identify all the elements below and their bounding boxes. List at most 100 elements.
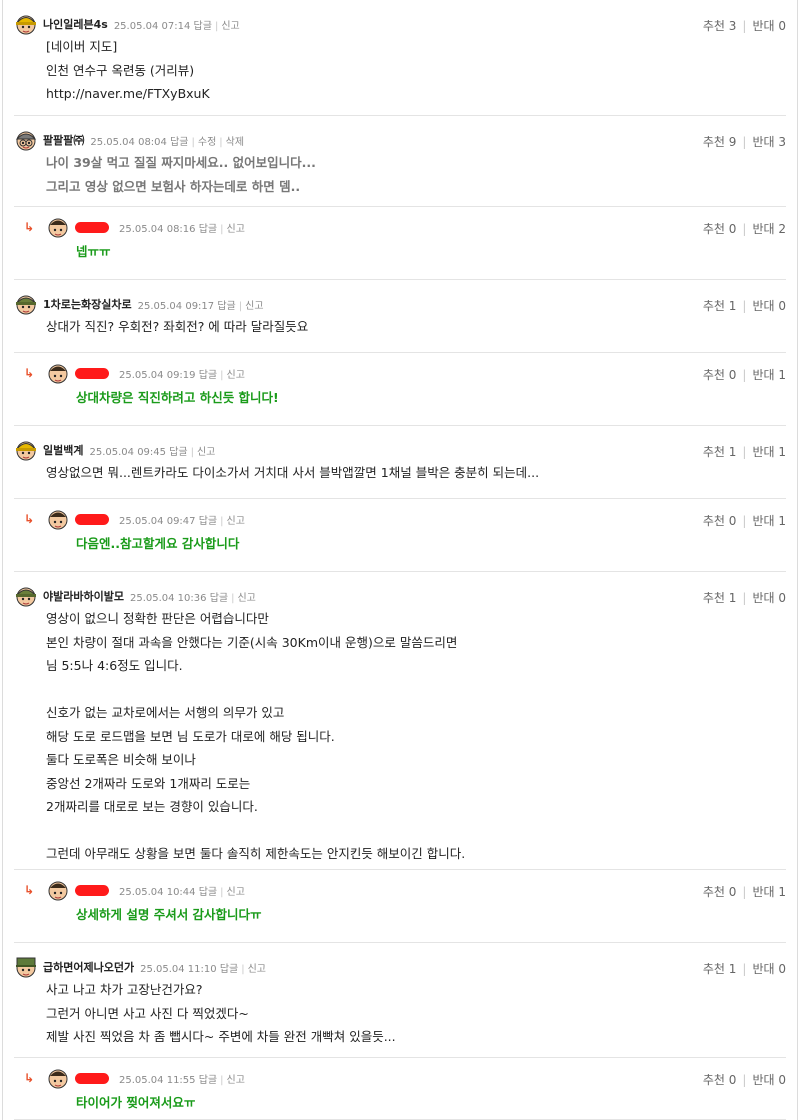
downvote-button[interactable]: 반대 1 bbox=[752, 445, 786, 459]
author-nickname[interactable]: 급하면어제나오던가 bbox=[43, 959, 134, 975]
reply-arrow-icon: ↳ bbox=[24, 220, 35, 234]
timestamp: 25.05.04 08:04 bbox=[90, 136, 167, 148]
report-link[interactable]: 신고 bbox=[227, 370, 245, 381]
divider: | bbox=[742, 19, 747, 33]
upvote-button[interactable]: 추천 0 bbox=[703, 1073, 737, 1087]
avatar-icon[interactable] bbox=[14, 292, 38, 316]
report-link[interactable]: 신고 bbox=[245, 301, 263, 312]
comment-body: 넵ㅠㅠ bbox=[76, 240, 111, 264]
vote-box: 추천 0 | 반대 2 bbox=[703, 220, 786, 237]
upvote-button[interactable]: 추천 1 bbox=[703, 445, 737, 459]
reply-link[interactable]: 답글 bbox=[210, 593, 228, 604]
upvote-button[interactable]: 추천 9 bbox=[703, 135, 737, 149]
downvote-button[interactable]: 반대 0 bbox=[752, 962, 786, 976]
report-link[interactable]: 신고 bbox=[237, 593, 255, 604]
reply-link[interactable]: 답글 bbox=[199, 516, 217, 527]
author-nickname[interactable]: 일벌백계 bbox=[43, 442, 83, 458]
comment-line: 그런거 아니면 사고 사진 다 찍었겠다~ bbox=[46, 1005, 249, 1021]
reply-link[interactable]: 답글 bbox=[170, 137, 188, 148]
divider: | bbox=[241, 963, 245, 975]
reply-comment: ↳ 25.05.04 08:16 답글 | 신고 추천 0 | 반대 2 넵ㅠㅠ bbox=[14, 207, 786, 280]
frame-border-left bbox=[2, 0, 3, 1120]
upvote-button[interactable]: 추천 0 bbox=[703, 885, 737, 899]
divider: | bbox=[742, 591, 747, 605]
divider: | bbox=[742, 135, 747, 149]
comment-header: 1차로는화장실차로 25.05.04 09:17 답글 | 신고 bbox=[14, 292, 264, 316]
comment-body: 나이 39살 먹고 질질 짜지마세요.. 없어보입니다... 그리고 영상 없으면… bbox=[46, 151, 316, 198]
downvote-button[interactable]: 반대 2 bbox=[752, 222, 786, 236]
upvote-button[interactable]: 추천 0 bbox=[703, 368, 737, 382]
reply-link[interactable]: 답글 bbox=[199, 1075, 217, 1086]
downvote-button[interactable]: 반대 0 bbox=[752, 591, 786, 605]
report-link[interactable]: 신고 bbox=[227, 887, 245, 898]
comment-line[interactable]: http://naver.me/FTXyBxuK bbox=[46, 82, 210, 106]
downvote-button[interactable]: 반대 3 bbox=[752, 135, 786, 149]
downvote-button[interactable]: 반대 0 bbox=[752, 1073, 786, 1087]
comment-line: 나이 39살 먹고 질질 짜지마세요.. 없어보입니다... bbox=[46, 155, 316, 170]
comment-line: 둘다 도로폭은 비슷해 보이나 bbox=[46, 752, 196, 767]
upvote-button[interactable]: 추천 1 bbox=[703, 962, 737, 976]
vote-box: 추천 0 | 반대 1 bbox=[703, 512, 786, 529]
comment-meta: 25.05.04 10:44 답글 | 신고 bbox=[119, 883, 245, 898]
downvote-button[interactable]: 반대 0 bbox=[752, 19, 786, 33]
comment-meta: 25.05.04 08:04 답글 | 수정 | 삭제 bbox=[90, 133, 244, 148]
reply-link[interactable]: 답글 bbox=[220, 964, 238, 975]
comment-line: [네이버 지도] bbox=[46, 39, 118, 54]
author-nickname[interactable]: 팔팔팔㈜ bbox=[43, 132, 84, 148]
author-nickname[interactable]: 나인일레븐4s bbox=[43, 16, 108, 32]
avatar-icon[interactable] bbox=[46, 215, 70, 239]
reply-arrow-icon: ↳ bbox=[24, 366, 35, 380]
comment-header: 급하면어제나오던가 25.05.04 11:10 답글 | 신고 bbox=[14, 955, 266, 979]
comment: 1차로는화장실차로 25.05.04 09:17 답글 | 신고 추천 1 | 반대 0 상대… bbox=[14, 280, 786, 353]
report-link[interactable]: 신고 bbox=[227, 516, 245, 527]
reply-link[interactable]: 답글 bbox=[199, 224, 217, 235]
comment-body: 영상이 없으니 정확한 판단은 어렵습니다만 본인 차량이 절대 과속을 안했다는… bbox=[46, 607, 465, 866]
avatar-icon[interactable] bbox=[46, 1066, 70, 1090]
comment-line: 영상없으면 뭐...렌트카라도 다이소가서 거치대 사서 블박앱깔면 1채널 블… bbox=[46, 465, 540, 480]
redacted-nickname bbox=[75, 884, 109, 896]
reply-link[interactable]: 답글 bbox=[194, 21, 212, 32]
report-link[interactable]: 신고 bbox=[227, 1075, 245, 1086]
upvote-button[interactable]: 추천 1 bbox=[703, 299, 737, 313]
reply-link[interactable]: 답글 bbox=[199, 887, 217, 898]
downvote-button[interactable]: 반대 0 bbox=[752, 299, 786, 313]
avatar-icon[interactable] bbox=[46, 361, 70, 385]
comment-meta: 25.05.04 08:16 답글 | 신고 bbox=[119, 220, 245, 235]
downvote-button[interactable]: 반대 1 bbox=[752, 885, 786, 899]
edit-link[interactable]: 수정 bbox=[198, 137, 216, 148]
author-nickname[interactable]: 야발라바하이발모 bbox=[43, 588, 124, 604]
report-link[interactable]: 신고 bbox=[197, 447, 215, 458]
downvote-button[interactable]: 반대 1 bbox=[752, 514, 786, 528]
avatar-icon[interactable] bbox=[14, 955, 38, 979]
vote-box: 추천 0 | 반대 0 bbox=[703, 1071, 786, 1088]
avatar-icon[interactable] bbox=[14, 438, 38, 462]
report-link[interactable]: 신고 bbox=[227, 224, 245, 235]
divider: | bbox=[219, 136, 223, 148]
comment-line: 사고 나고 차가 고장난건가요? bbox=[46, 982, 203, 997]
comment-line: 신호가 없는 교차로에서는 서행의 의무가 있고 bbox=[46, 705, 285, 720]
vote-box: 추천 1 | 반대 0 bbox=[703, 589, 786, 606]
comment-line: 영상이 없으니 정확한 판단은 어렵습니다만 bbox=[46, 611, 269, 626]
upvote-button[interactable]: 추천 1 bbox=[703, 591, 737, 605]
timestamp: 25.05.04 09:47 bbox=[119, 515, 196, 527]
comment-line bbox=[46, 819, 465, 843]
avatar-icon[interactable] bbox=[14, 12, 38, 36]
upvote-button[interactable]: 추천 0 bbox=[703, 514, 737, 528]
avatar-icon[interactable] bbox=[14, 128, 38, 152]
reply-link[interactable]: 답글 bbox=[217, 301, 235, 312]
divider: | bbox=[742, 514, 747, 528]
avatar-icon[interactable] bbox=[46, 878, 70, 902]
divider: | bbox=[220, 369, 224, 381]
upvote-button[interactable]: 추천 3 bbox=[703, 19, 737, 33]
upvote-button[interactable]: 추천 0 bbox=[703, 222, 737, 236]
avatar-icon[interactable] bbox=[14, 584, 38, 608]
delete-link[interactable]: 삭제 bbox=[226, 137, 244, 148]
report-link[interactable]: 신고 bbox=[248, 964, 266, 975]
author-nickname[interactable]: 1차로는화장실차로 bbox=[43, 296, 132, 312]
report-link[interactable]: 신고 bbox=[221, 21, 239, 32]
downvote-button[interactable]: 반대 1 bbox=[752, 368, 786, 382]
reply-link[interactable]: 답글 bbox=[199, 370, 217, 381]
avatar-icon[interactable] bbox=[46, 507, 70, 531]
vote-box: 추천 1 | 반대 0 bbox=[703, 297, 786, 314]
reply-link[interactable]: 답글 bbox=[169, 447, 187, 458]
